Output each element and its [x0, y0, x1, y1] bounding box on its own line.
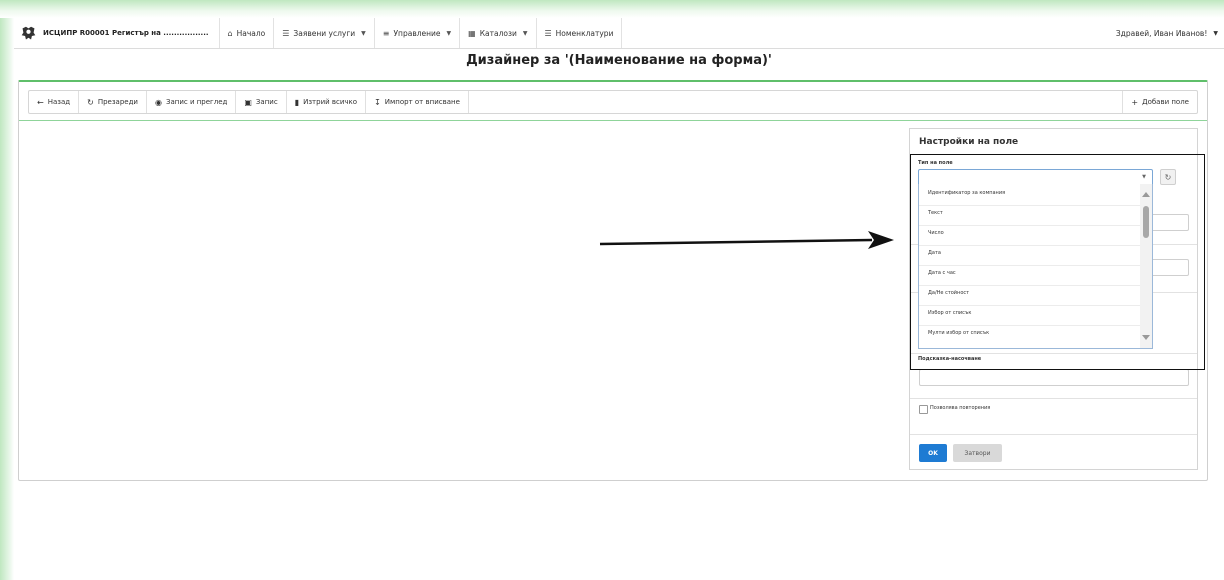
back-button[interactable]: ← Назад	[29, 91, 80, 113]
user-greeting: Здравей, Иван Иванов!	[1115, 28, 1208, 38]
list-icon: ☰	[544, 28, 552, 38]
chevron-down-icon: ▼	[522, 29, 528, 37]
nav-nomenclatures[interactable]: ☰ Номенклатури	[537, 18, 623, 48]
reload-label: Презареди	[97, 98, 138, 106]
chevron-down-icon: ▼	[446, 29, 452, 37]
user-menu[interactable]: Здравей, Иван Иванов! ▼	[1116, 29, 1224, 38]
designer-toolbar: ← Назад ↻ Презареди ◉ Запис и преглед ▣ …	[28, 90, 1198, 114]
window-frame-left	[0, 0, 14, 580]
divider	[910, 434, 1197, 435]
plus-icon: +	[1131, 97, 1139, 107]
nav-nomenclatures-label: Номенклатури	[555, 28, 614, 38]
allow-repeat-checkbox[interactable]	[919, 405, 928, 414]
nav-management-label: Управление	[393, 28, 441, 38]
add-field-label: Добави поле	[1142, 98, 1189, 106]
delete-all-button[interactable]: ▮ Изтрий всичко	[287, 91, 367, 113]
home-icon: ⌂	[227, 28, 233, 38]
nav-catalogs-label: Каталози	[479, 28, 517, 38]
chevron-down-icon: ▼	[361, 29, 366, 37]
page-title: Дизайнер за '(Наименование на форма)'	[466, 53, 772, 68]
top-navbar: ИСЦИПР R00001 Регистър на ..............…	[14, 18, 1224, 49]
floppy-disk-icon: ▣	[244, 97, 252, 107]
table-icon: ▦	[468, 28, 476, 38]
window-frame-top	[0, 0, 1224, 18]
import-button[interactable]: ↧ Импорт от вписване	[366, 91, 469, 113]
nav-management[interactable]: ≡ Управление ▼	[375, 18, 461, 48]
eye-icon: ◉	[154, 97, 162, 107]
highlight-box	[910, 154, 1205, 370]
coat-of-arms-icon	[21, 26, 36, 39]
divider	[910, 398, 1197, 399]
redo-icon: ↻	[87, 97, 94, 107]
field-settings-title: Настройки на поле	[919, 137, 1019, 147]
toolbar-divider	[19, 120, 1207, 121]
brand-text: ИСЦИПР R00001 Регистър на ..............…	[43, 29, 209, 37]
import-label: Импорт от вписване	[384, 98, 460, 106]
save-preview-button[interactable]: ◉ Запис и преглед	[147, 91, 237, 113]
reload-button[interactable]: ↻ Презареди	[79, 91, 147, 113]
back-label: Назад	[47, 98, 71, 106]
arrow-left-icon: ←	[37, 97, 44, 107]
brand[interactable]: ИСЦИПР R00001 Регистър на ..............…	[14, 18, 220, 48]
database-icon: ☰	[282, 28, 290, 38]
nav-requested-services[interactable]: ☰ Заявени услуги ▼	[274, 18, 375, 48]
save-label: Запис	[255, 98, 278, 106]
allow-repeat-label: Позволява повторения	[930, 405, 991, 411]
add-field-button[interactable]: + Добави поле	[1122, 91, 1197, 113]
save-preview-label: Запис и преглед	[165, 98, 228, 106]
nav-home-label: Начало	[236, 28, 266, 38]
import-icon: ↧	[374, 97, 381, 107]
hint-input[interactable]	[919, 369, 1189, 386]
nav-home[interactable]: ⌂ Начало	[220, 18, 275, 48]
annotation-arrow-icon	[599, 231, 894, 249]
save-button[interactable]: ▣ Запис	[236, 91, 287, 113]
nav-catalogs[interactable]: ▦ Каталози ▼	[460, 18, 537, 48]
trash-icon: ▮	[294, 97, 300, 107]
ok-button[interactable]: OK	[919, 444, 947, 462]
delete-all-label: Изтрий всичко	[303, 98, 358, 106]
chevron-down-icon: ▼	[1213, 29, 1218, 37]
close-button[interactable]: Затвори	[953, 444, 1002, 462]
nav-requested-services-label: Заявени услуги	[293, 28, 356, 38]
sliders-icon: ≡	[382, 28, 390, 38]
